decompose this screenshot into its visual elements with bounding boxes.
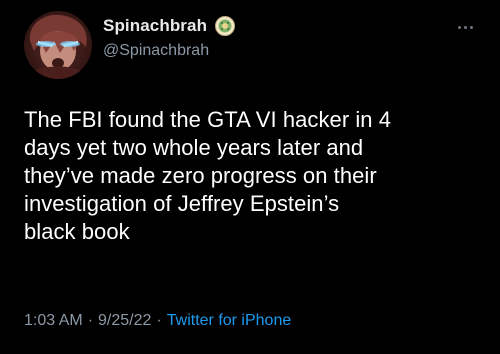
avatar-image [24, 11, 92, 79]
ellipsis-icon[interactable] [458, 22, 480, 32]
meta-separator: · [156, 312, 162, 329]
dot-icon [464, 25, 467, 29]
tweet-date[interactable]: 9/25/22 [98, 312, 151, 329]
tweet-text-line: investigation of Jeffrey Epstein’s [24, 191, 340, 216]
dot-icon [470, 25, 473, 29]
tweet-text-line: days yet two whole years later and [24, 135, 364, 160]
tweet-text: The FBI found the GTA VI hacker in 4 day… [24, 106, 484, 246]
tweet-text-line: they’ve made zero progress on their [24, 163, 377, 188]
tweet-time[interactable]: 1:03 AM [24, 312, 83, 329]
dot-icon [458, 25, 461, 29]
circle-emoji-badge-icon [214, 15, 236, 37]
tweet-meta: 1:03 AM · 9/25/22 · Twitter for iPhone [24, 312, 291, 330]
tweet-card: Spinachbrah @Spinachbrah The FBI found t… [0, 0, 500, 354]
display-name[interactable]: Spinachbrah [103, 16, 207, 36]
meta-separator: · [87, 312, 94, 329]
tweet-text-line: The FBI found the GTA VI hacker in 4 [24, 107, 392, 132]
tweet-text-line: black book [24, 219, 130, 244]
user-avatar[interactable] [24, 11, 92, 79]
tweet-source-link[interactable]: Twitter for iPhone [167, 312, 292, 329]
name-row: Spinachbrah [103, 14, 236, 38]
user-info: Spinachbrah @Spinachbrah [103, 14, 236, 60]
user-handle[interactable]: @Spinachbrah [103, 42, 236, 60]
